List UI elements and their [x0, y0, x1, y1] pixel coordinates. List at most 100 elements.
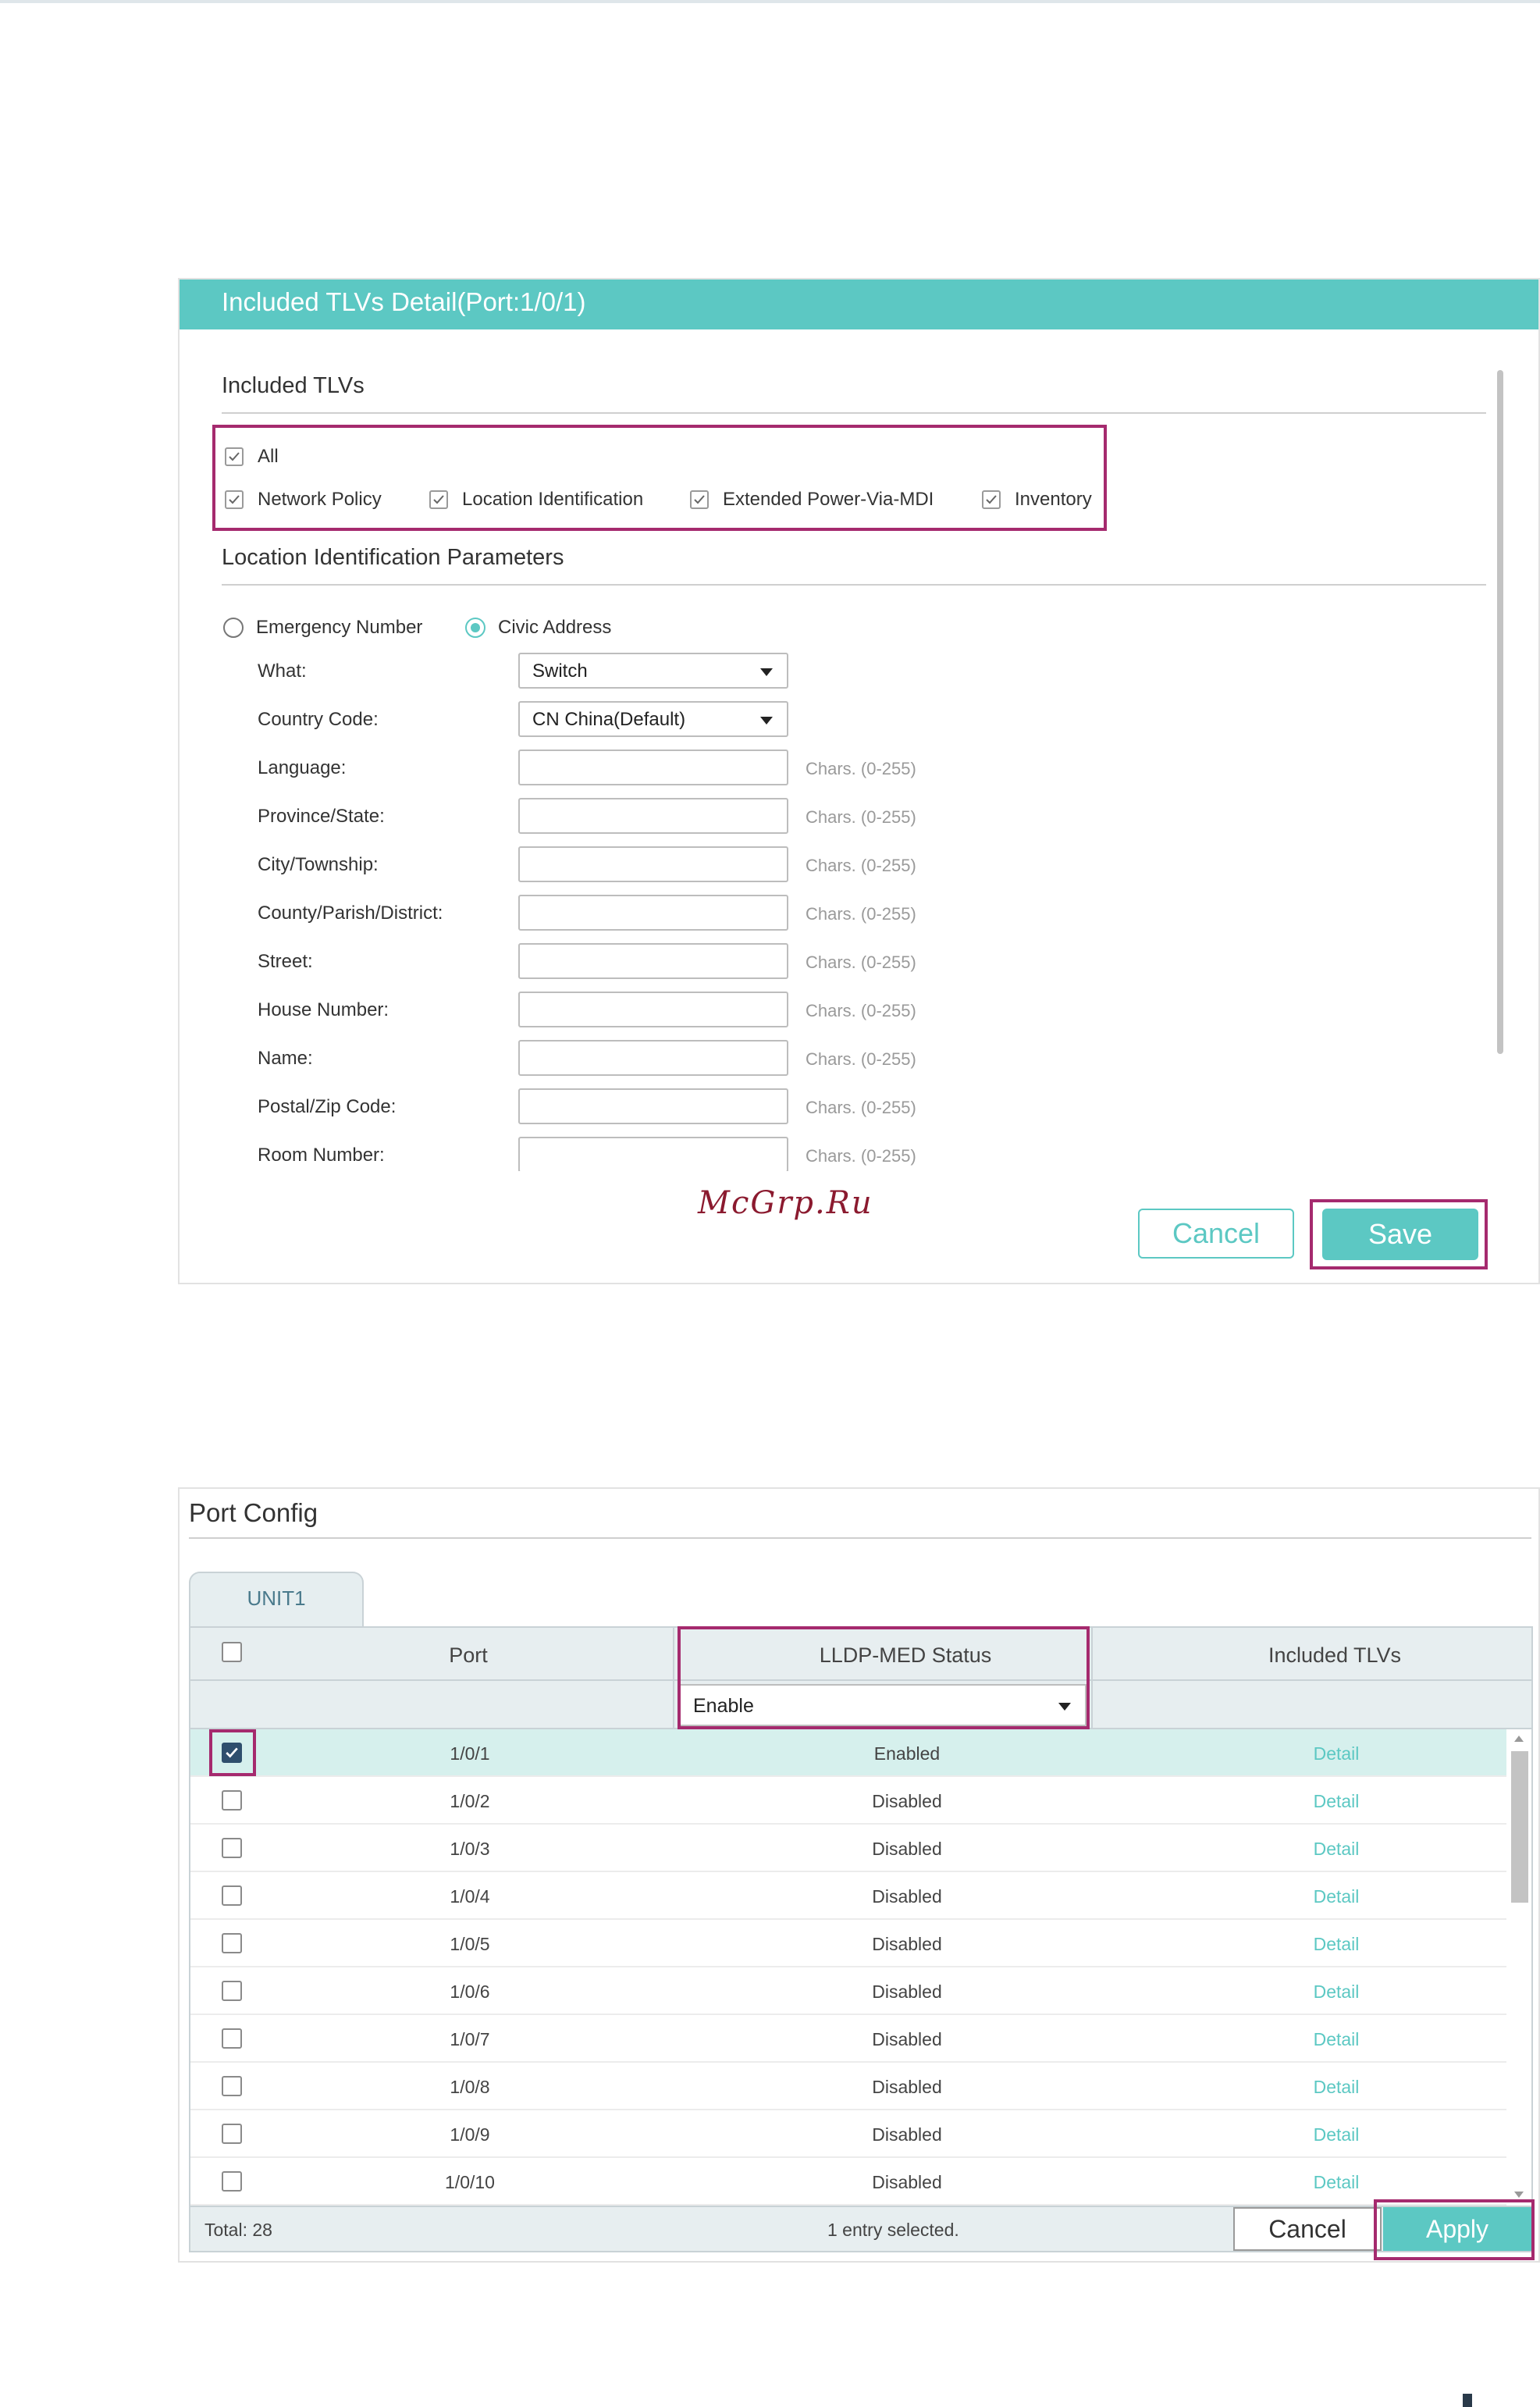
inventory-label: Inventory [1015, 489, 1092, 510]
civic-field-input[interactable] [518, 992, 788, 1027]
port-cell: 1/0/10 [445, 2172, 495, 2192]
civic-field-row: County/Parish/District: Chars. (0-255) [180, 895, 1428, 943]
row-checkbox[interactable] [222, 1838, 242, 1858]
row-checkbox[interactable] [222, 1790, 242, 1811]
tlv-network-policy[interactable]: Network Policy [225, 489, 429, 511]
table-row[interactable]: 1/0/9 Disabled Detail [190, 2110, 1506, 2158]
detail-link[interactable]: Detail [1149, 1934, 1524, 1955]
char-limit-hint: Chars. (0-255) [806, 807, 916, 827]
check-icon [229, 495, 240, 504]
table-body: 1/0/1 Enabled Detail 1/0/2 Disabled Detail 1/0… [189, 1729, 1533, 2206]
detail-link[interactable]: Detail [1149, 2077, 1524, 2098]
included-tlvs-detail-dialog: Included TLVs Detail(Port:1/0/1) Include… [178, 278, 1540, 1284]
civic-address-radio[interactable] [465, 618, 485, 638]
table-scrollbar[interactable] [1506, 1731, 1531, 2204]
status-cell: Disabled [872, 2172, 942, 2192]
table-row[interactable]: 1/0/4 Disabled Detail [190, 1872, 1506, 1920]
save-button[interactable]: Save [1322, 1209, 1478, 1260]
all-checkbox-row[interactable]: All [225, 446, 279, 468]
tlv-inventory[interactable]: Inventory [982, 489, 1092, 511]
civic-address-option[interactable]: Civic Address [465, 617, 611, 639]
port-cell: 1/0/4 [450, 1886, 490, 1907]
all-label: All [258, 446, 279, 467]
scrollbar-thumb[interactable] [1511, 1751, 1528, 1903]
selection-status: 1 entry selected. [827, 2220, 959, 2240]
row-checkbox[interactable] [222, 2124, 242, 2144]
char-limit-hint: Chars. (0-255) [806, 856, 916, 875]
table-row[interactable]: 1/0/3 Disabled Detail [190, 1825, 1506, 1872]
row-checkbox[interactable] [222, 1885, 242, 1906]
char-limit-hint: Chars. (0-255) [806, 952, 916, 972]
status-cell: Disabled [872, 1839, 942, 1859]
civic-field-input[interactable] [518, 750, 788, 785]
emergency-number-radio[interactable] [223, 618, 244, 638]
status-cell: Disabled [872, 1934, 942, 1954]
tlv-location-identification[interactable]: Location Identification [429, 489, 690, 511]
what-select[interactable]: Switch [518, 653, 788, 689]
extended-power-checkbox[interactable] [690, 490, 709, 509]
table-row[interactable]: 1/0/6 Disabled Detail [190, 1967, 1506, 2015]
detail-link[interactable]: Detail [1149, 1886, 1524, 1907]
port-cell: 1/0/3 [450, 1839, 490, 1859]
status-cell: Disabled [872, 2029, 942, 2049]
detail-link[interactable]: Detail [1149, 1982, 1524, 2003]
civic-field-row: Name: Chars. (0-255) [180, 1040, 1428, 1088]
detail-link[interactable]: Detail [1149, 2029, 1524, 2050]
network-policy-checkbox[interactable] [225, 490, 244, 509]
civic-field-label: Street: [258, 951, 313, 972]
table-row[interactable]: 1/0/7 Disabled Detail [190, 2015, 1506, 2063]
scroll-down-icon[interactable] [1514, 2192, 1524, 2198]
section-divider [189, 1537, 1531, 1539]
row-checkbox[interactable] [222, 2171, 242, 2192]
what-select-value: Switch [532, 661, 588, 682]
detail-link[interactable]: Detail [1149, 1743, 1524, 1764]
row-checkbox[interactable] [222, 1743, 242, 1763]
row-checkbox[interactable] [222, 2028, 242, 2049]
row-checkbox[interactable] [222, 1981, 242, 2001]
emergency-number-label: Emergency Number [256, 617, 423, 638]
civic-field-input[interactable] [518, 1088, 788, 1124]
civic-field-input[interactable] [518, 1040, 788, 1076]
select-all-checkbox[interactable] [222, 1642, 242, 1662]
extended-power-label: Extended Power-Via-MDI [723, 489, 934, 510]
civic-field-input[interactable] [518, 798, 788, 834]
top-divider [0, 0, 1540, 3]
emergency-number-option[interactable]: Emergency Number [223, 617, 422, 639]
civic-field-label: County/Parish/District: [258, 903, 443, 924]
detail-link[interactable]: Detail [1149, 1791, 1524, 1812]
table-row[interactable]: 1/0/2 Disabled Detail [190, 1777, 1506, 1825]
row-checkbox[interactable] [222, 1933, 242, 1953]
scroll-up-icon[interactable] [1514, 1736, 1524, 1742]
detail-link[interactable]: Detail [1149, 2172, 1524, 2193]
detail-link[interactable]: Detail [1149, 1839, 1524, 1860]
row-checkbox[interactable] [222, 2076, 242, 2096]
inventory-checkbox[interactable] [982, 490, 1001, 509]
civic-field-input[interactable] [518, 846, 788, 882]
cancel-button[interactable]: Cancel [1233, 2207, 1382, 2251]
tlv-options-row: Network Policy Location Identification E… [225, 489, 1092, 511]
table-row[interactable]: 1/0/1 Enabled Detail [190, 1729, 1506, 1777]
table-row[interactable]: 1/0/10 Disabled Detail [190, 2158, 1506, 2206]
tlv-extended-power[interactable]: Extended Power-Via-MDI [690, 489, 982, 511]
detail-link[interactable]: Detail [1149, 2124, 1524, 2145]
table-row[interactable]: 1/0/5 Disabled Detail [190, 1920, 1506, 1967]
cancel-button[interactable]: Cancel [1138, 1209, 1294, 1259]
dialog-scrollbar[interactable] [1497, 370, 1503, 1054]
civic-field-input[interactable] [518, 1137, 788, 1171]
port-cell: 1/0/1 [450, 1743, 490, 1764]
table-row[interactable]: 1/0/8 Disabled Detail [190, 2063, 1506, 2110]
watermark-text: McGrp.Ru [698, 1185, 873, 1221]
char-limit-hint: Chars. (0-255) [806, 1146, 916, 1166]
section-divider [222, 412, 1486, 414]
civic-field-input[interactable] [518, 943, 788, 979]
location-identification-checkbox[interactable] [429, 490, 448, 509]
country-code-select[interactable]: CN China(Default) [518, 701, 788, 737]
all-checkbox[interactable] [225, 447, 244, 466]
column-header-port: Port [449, 1643, 488, 1667]
tab-unit1[interactable]: UNIT1 [189, 1572, 364, 1628]
civic-field-input[interactable] [518, 895, 788, 931]
chevron-down-icon [760, 668, 773, 676]
port-config-panel: Port Config UNIT1 Port LLDP-MED Status I… [178, 1487, 1540, 2263]
check-icon [229, 452, 240, 461]
column-divider [673, 1628, 674, 1729]
